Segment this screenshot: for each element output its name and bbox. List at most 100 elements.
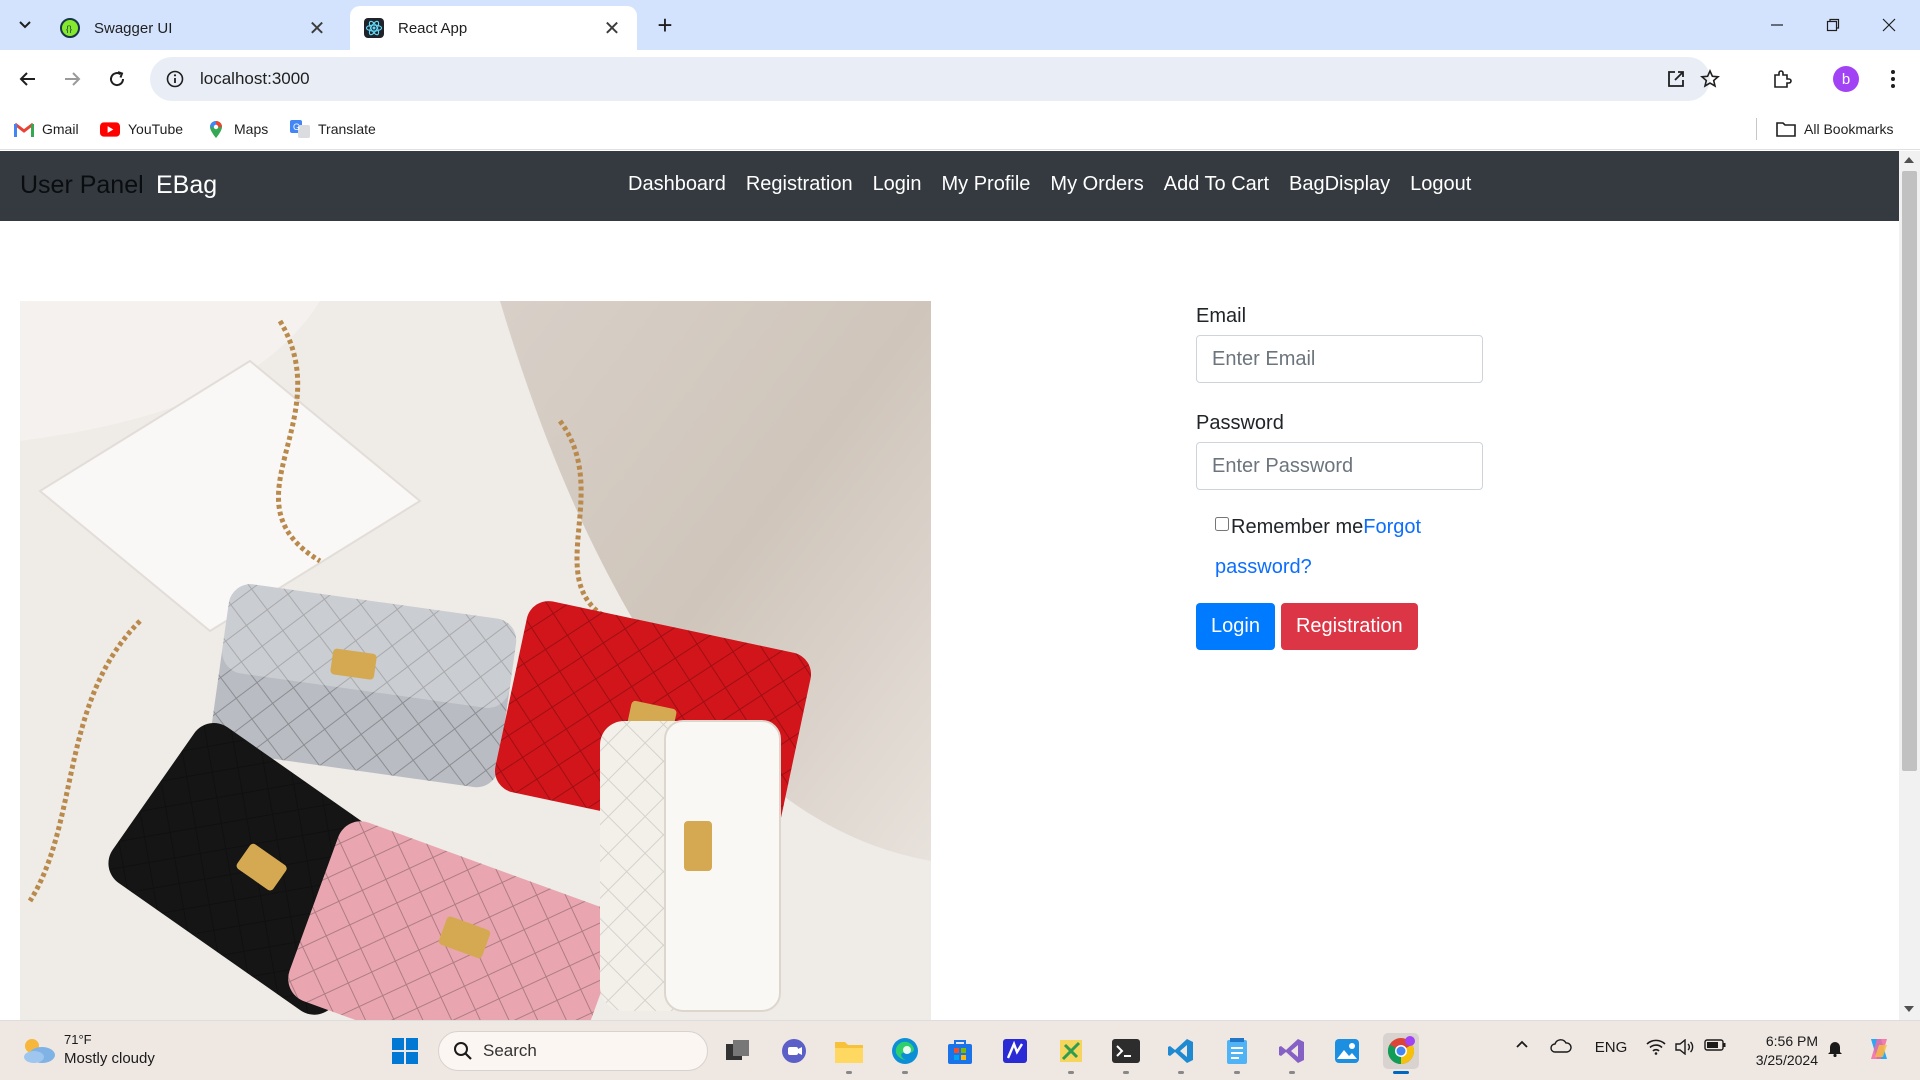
password-input[interactable] [1196,442,1483,490]
tab-title: React App [398,19,468,37]
close-window-button[interactable] [1862,0,1916,50]
running-indicator [1068,1071,1074,1074]
file-explorer-button[interactable] [831,1033,867,1074]
scroll-down-icon[interactable] [1904,1006,1914,1012]
excel-tools-button[interactable] [1053,1033,1089,1074]
bookmark-label: Maps [234,121,269,137]
all-bookmarks-button[interactable]: All Bookmarks [1776,117,1893,141]
profile-button[interactable]: b [1830,63,1862,95]
url-text[interactable]: localhost:3000 [200,69,310,89]
battery-icon[interactable] [1702,1039,1728,1051]
navbar-brand[interactable]: EBag [156,171,217,200]
browser-tabstrip: {} Swagger UI ✕ React App ✕ + [0,0,1920,50]
clock-time: 6:56 PM [1765,1033,1818,1049]
login-button[interactable]: Login [1196,603,1275,650]
taskbar-search[interactable]: Search [438,1031,708,1071]
visual-studio-code-alt-button[interactable] [997,1033,1033,1069]
vscode-icon [1168,1039,1193,1063]
maps-icon [206,120,226,138]
photos-button[interactable] [1329,1033,1365,1069]
page-viewport: User Panel EBag Dashboard Registration L… [0,151,1920,1020]
password-label: Password [1196,412,1284,434]
star-icon[interactable] [1696,65,1724,93]
reload-button[interactable] [101,63,133,95]
notepad-button[interactable] [1219,1033,1255,1074]
wifi-icon[interactable] [1644,1039,1668,1055]
svg-text:{}: {} [66,24,72,33]
clock-date: 3/25/2024 [1755,1052,1818,1068]
restore-button[interactable] [1806,0,1860,50]
vscode-button[interactable] [1163,1033,1199,1074]
new-tab-button[interactable]: + [650,10,680,40]
scrollbar-thumb[interactable] [1902,171,1917,771]
arrow-right-icon [65,72,81,86]
close-icon[interactable]: ✕ [601,17,623,40]
minimize-icon [1771,24,1783,26]
tab-react-app[interactable]: React App ✕ [350,6,637,50]
language-indicator[interactable]: ENG [1592,1039,1630,1056]
bookmark-translate[interactable]: G Translate [290,117,376,141]
store-button[interactable] [942,1033,978,1069]
bell-icon[interactable] [1824,1039,1846,1057]
volume-icon[interactable] [1672,1039,1696,1055]
gmail-icon [14,120,34,138]
chrome-button[interactable] [1383,1033,1419,1074]
onedrive-icon[interactable] [1548,1039,1574,1053]
forward-button[interactable] [56,63,88,95]
swagger-icon: {} [60,18,80,38]
terminal-button[interactable] [1108,1033,1144,1074]
nav-link-registration[interactable]: Registration [746,173,853,196]
address-bar[interactable]: localhost:3000 [150,57,1720,101]
nav-link-bag-display[interactable]: BagDisplay [1289,173,1390,196]
open-in-app-icon[interactable] [1662,65,1690,93]
nav-link-login[interactable]: Login [873,173,922,196]
chevron-down-icon [19,21,31,29]
navbar-brand-muted[interactable]: User Panel [20,171,144,200]
info-icon[interactable] [162,66,188,92]
cloud-sun-icon[interactable] [20,1035,56,1065]
show-hidden-icons-button[interactable] [1510,1039,1534,1049]
scroll-up-icon[interactable] [1904,157,1914,163]
nav-link-my-orders[interactable]: My Orders [1050,173,1143,196]
nav-link-logout[interactable]: Logout [1410,173,1471,196]
minimize-button[interactable] [1750,0,1804,50]
search-label: Search [483,1041,537,1060]
task-view-button[interactable] [720,1033,756,1069]
arrow-left-icon [19,72,35,86]
notepad-icon [1227,1038,1247,1064]
start-button[interactable] [387,1033,423,1069]
form-actions: Login Registration [1196,603,1596,650]
copilot-icon[interactable] [1864,1035,1894,1063]
bookmark-youtube[interactable]: YouTube [100,117,183,141]
menu-button[interactable] [1877,63,1909,95]
email-input[interactable] [1196,335,1483,383]
nav-link-add-to-cart[interactable]: Add To Cart [1164,173,1269,196]
tools-icon [1060,1040,1082,1062]
registration-button[interactable]: Registration [1280,603,1418,650]
close-icon[interactable]: ✕ [306,17,328,40]
handbags-hero-image [20,301,931,1020]
page-scrollbar[interactable] [1899,151,1920,1020]
extensions-button[interactable] [1766,63,1798,95]
bookmark-label: YouTube [128,121,184,137]
avatar: b [1833,66,1859,92]
teams-chat-button[interactable] [776,1033,812,1069]
nav-link-my-profile[interactable]: My Profile [942,173,1031,196]
visual-studio-icon [1279,1039,1304,1063]
bookmark-maps[interactable]: Maps [206,117,268,141]
store-icon [948,1040,972,1064]
clock[interactable]: 6:56 PM 3/25/2024 [1738,1032,1818,1070]
nav-link-dashboard[interactable]: Dashboard [628,173,726,196]
react-icon [364,18,384,38]
visual-studio-button[interactable] [1274,1033,1310,1074]
tab-swagger-ui[interactable]: {} Swagger UI ✕ [46,6,342,50]
bookmark-gmail[interactable]: Gmail [14,117,79,141]
close-icon [1882,18,1896,32]
remember-me-checkbox[interactable] [1215,517,1229,531]
edge-button[interactable] [887,1033,923,1074]
more-vertical-icon [1891,70,1895,88]
svg-text:G: G [293,122,300,132]
back-button[interactable] [12,63,44,95]
edge-icon [892,1038,918,1064]
tab-search-button[interactable] [10,10,40,40]
